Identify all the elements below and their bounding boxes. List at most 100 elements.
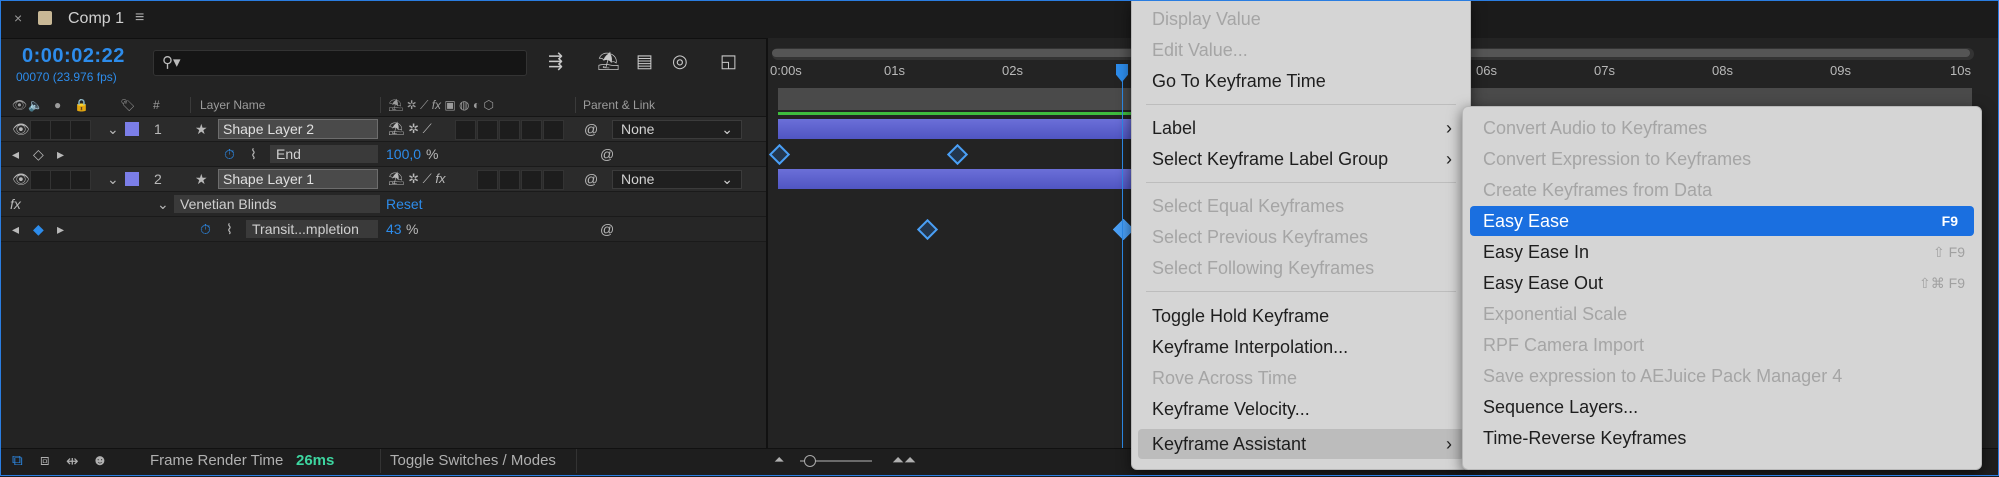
transition-completion-value[interactable]: 43 — [386, 221, 402, 237]
switch-box[interactable] — [543, 120, 564, 140]
switch-box[interactable] — [499, 120, 520, 140]
switch-box[interactable] — [521, 120, 542, 140]
in-out-pane-icon[interactable]: ⇹ — [66, 452, 79, 470]
effect-row-venetian-blinds[interactable]: fx ⌄ Venetian Blinds Reset — [0, 192, 766, 217]
layer-name[interactable]: Shape Layer 1 — [218, 169, 378, 189]
panel-menu-icon[interactable]: ≡ — [135, 9, 144, 27]
layer-switches[interactable]: ⛱ ✲ ⟋ fx — [388, 171, 445, 187]
menu-item-keyframe-velocity[interactable]: Keyframe Velocity... — [1132, 394, 1470, 424]
chevron-down-icon: ⌄ — [721, 171, 733, 187]
stopwatch-icon[interactable]: ⏱ — [224, 146, 235, 163]
switch-box[interactable] — [477, 120, 498, 140]
parent-dropdown[interactable]: None ⌄ — [612, 170, 742, 189]
layer-row-1[interactable]: 👁 ⌄ 1 ★ Shape Layer 2 ⛱ ✲ ⟋ @ None ⌄ — [0, 117, 766, 142]
layer-name-header[interactable]: Layer Name — [200, 98, 265, 112]
ruler-label: 09s — [1830, 63, 1851, 78]
layer-search-input[interactable] — [153, 50, 527, 76]
layer-row-2[interactable]: 👁 ⌄ 2 ★ Shape Layer 1 ⛱ ✲ ⟋ fx @ None ⌄ — [0, 167, 766, 192]
solo-switch-icon[interactable]: ● — [54, 98, 61, 112]
switch-box[interactable] — [543, 170, 564, 190]
submenu-item-easy-ease-out[interactable]: Easy Ease Out ⇧⌘ F9 — [1463, 268, 1981, 298]
previous-keyframe-icon[interactable]: ◂ — [12, 146, 19, 163]
next-keyframe-icon[interactable]: ▸ — [57, 221, 64, 238]
menu-item-select-keyframe-label-group[interactable]: Select Keyframe Label Group › — [1132, 144, 1470, 174]
end-value[interactable]: 100,0 — [386, 146, 421, 162]
current-time-indicator[interactable] — [1122, 64, 1123, 450]
solo-toggle[interactable] — [50, 120, 71, 140]
expression-pickwhip-icon[interactable]: @ — [600, 146, 614, 162]
lock-toggle[interactable] — [70, 120, 91, 140]
audio-switch-icon[interactable]: 🔈 — [28, 98, 43, 112]
composition-flowchart-icon[interactable]: ⇶ — [548, 51, 563, 72]
lock-toggle[interactable] — [70, 170, 91, 190]
submenu-item-sequence-layers[interactable]: Sequence Layers... — [1463, 392, 1981, 422]
layer-switches-pane-icon[interactable]: ⧉ — [12, 452, 23, 469]
keyframe-at-time-icon[interactable]: ◆ — [33, 221, 44, 238]
submenu-item-time-reverse-keyframes[interactable]: Time-Reverse Keyframes — [1463, 423, 1981, 453]
zoom-out-icon[interactable]: ⏶ — [774, 452, 784, 468]
stopwatch-icon[interactable]: ⏱ — [200, 221, 211, 238]
parent-link-header[interactable]: Parent & Link — [583, 98, 655, 112]
submenu-arrow-icon: › — [1446, 149, 1452, 169]
label-tag-icon[interactable]: 🏷 — [120, 98, 135, 112]
lock-switch-icon[interactable]: 🔒 — [74, 98, 89, 112]
zoom-in-icon[interactable]: ⏶⏶ — [892, 452, 916, 469]
frame-blending-icon[interactable]: ◎ — [672, 51, 688, 72]
hide-shy-layers-icon[interactable]: ▤ — [636, 51, 653, 72]
parent-pickwhip-icon[interactable]: @ — [584, 171, 598, 187]
switch-box[interactable] — [499, 170, 520, 190]
draft-3d-icon[interactable]: ⛱ — [597, 51, 620, 72]
menu-item-go-to-keyframe-time[interactable]: Go To Keyframe Time — [1132, 66, 1470, 96]
video-switch-icon[interactable]: 👁 — [12, 98, 27, 112]
expression-pickwhip-icon[interactable]: @ — [600, 221, 614, 237]
menu-item-toggle-hold-keyframe[interactable]: Toggle Hold Keyframe — [1132, 301, 1470, 331]
parent-pickwhip-icon[interactable]: @ — [584, 121, 598, 137]
toggle-switches-modes-button[interactable]: Toggle Switches / Modes — [390, 452, 556, 469]
submenu-item-easy-ease-in[interactable]: Easy Ease In ⇧ F9 — [1463, 237, 1981, 267]
parent-dropdown[interactable]: None ⌄ — [612, 120, 742, 139]
add-keyframe-icon[interactable]: ◇ — [33, 146, 44, 163]
audio-toggle[interactable] — [30, 120, 51, 140]
twirl-down-chevron-icon[interactable]: ⌄ — [107, 121, 119, 138]
composition-icon — [38, 11, 52, 25]
switch-box[interactable] — [521, 170, 542, 190]
effect-fx-icon[interactable]: fx — [10, 196, 21, 212]
submenu-item-rpf-camera-import: RPF Camera Import — [1483, 335, 1645, 355]
current-time-display[interactable]: 0:00:02:22 — [22, 45, 125, 68]
layer-switches[interactable]: ⛱ ✲ ⟋ — [388, 121, 432, 137]
property-row-end[interactable]: ◂ ◇ ▸ ⏱ ⌇ End 100,0 % @ — [0, 142, 766, 167]
transition-completion-unit: % — [406, 221, 419, 237]
switch-box[interactable] — [455, 120, 476, 140]
submenu-arrow-icon: › — [1446, 118, 1452, 138]
effect-reset-link[interactable]: Reset — [386, 196, 423, 212]
ruler-label: 02s — [1002, 63, 1023, 78]
menu-item-label[interactable]: Label › — [1132, 113, 1470, 143]
graph-editor-icon[interactable]: ⌇ — [250, 146, 257, 163]
layer-label-color[interactable] — [125, 172, 139, 186]
layer-name[interactable]: Shape Layer 2 — [218, 119, 378, 139]
property-row-transition-completion[interactable]: ◂ ◆ ▸ ⏱ ⌇ Transit...mpletion 43 % @ — [0, 217, 766, 242]
layer-label-color[interactable] — [125, 122, 139, 136]
graph-editor-icon[interactable]: ⌇ — [226, 221, 233, 238]
transfer-controls-pane-icon[interactable]: ⧈ — [40, 452, 50, 469]
shortcut-label: F9 — [1941, 213, 1958, 229]
close-tab-icon[interactable]: × — [14, 10, 22, 26]
menu-item-keyframe-interpolation[interactable]: Keyframe Interpolation... — [1132, 332, 1470, 362]
motion-blur-icon[interactable]: ◱ — [720, 51, 737, 72]
previous-keyframe-icon[interactable]: ◂ — [12, 221, 19, 238]
render-time-pane-icon[interactable]: ☻ — [92, 452, 108, 469]
audio-toggle[interactable] — [30, 170, 51, 190]
property-label-transition-completion: Transit...mpletion — [246, 220, 378, 238]
menu-item-keyframe-assistant[interactable]: Keyframe Assistant › — [1138, 429, 1464, 459]
visibility-eye-icon[interactable]: 👁 — [12, 121, 30, 138]
twirl-down-chevron-icon[interactable]: ⌄ — [157, 196, 169, 213]
submenu-item-easy-ease[interactable]: Easy Ease F9 — [1470, 206, 1974, 236]
composition-tab-title[interactable]: Comp 1 — [68, 10, 124, 28]
twirl-down-chevron-icon[interactable]: ⌄ — [107, 171, 119, 188]
visibility-eye-icon[interactable]: 👁 — [12, 171, 30, 188]
menu-item-edit-value: Edit Value... — [1152, 40, 1248, 60]
solo-toggle[interactable] — [50, 170, 71, 190]
zoom-slider-thumb[interactable] — [804, 455, 816, 467]
switch-box[interactable] — [477, 170, 498, 190]
next-keyframe-icon[interactable]: ▸ — [57, 146, 64, 163]
